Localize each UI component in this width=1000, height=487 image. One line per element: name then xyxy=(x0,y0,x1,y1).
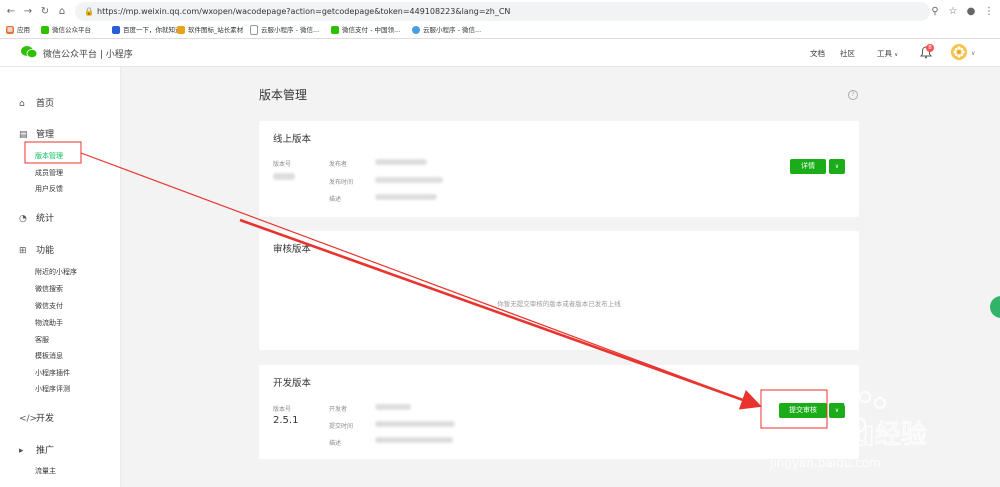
sidebar-item-version-manage[interactable]: 版本管理 xyxy=(35,151,63,161)
cloud-icon xyxy=(412,26,420,34)
wechat-pay-icon xyxy=(331,26,339,34)
url-text: https://mp.weixin.qq.com/wxopen/wacodepa… xyxy=(97,7,511,16)
help-icon[interactable]: ? xyxy=(848,90,858,100)
svg-text:经验: 经验 xyxy=(875,420,927,450)
page-title: 版本管理 xyxy=(259,88,308,102)
apps-grid-icon: ▦ xyxy=(6,26,14,34)
sidebar-item-logistics[interactable]: 物流助手 xyxy=(35,318,63,328)
blurred-desc xyxy=(375,437,453,443)
sidebar-section-promote[interactable]: ▸ 推广 xyxy=(19,443,54,456)
sidebar-item-feedback[interactable]: 用户反馈 xyxy=(35,184,63,194)
sidebar-item-evaluation[interactable]: 小程序评测 xyxy=(35,384,70,394)
detail-dropdown-button[interactable]: ∨ xyxy=(829,159,845,174)
menu-icon[interactable]: ⋮ xyxy=(982,5,996,18)
bookmark-item[interactable]: 云服小程序 - 微信... xyxy=(250,25,319,36)
desc-label: 描述 xyxy=(329,196,342,203)
star-icon[interactable]: ☆ xyxy=(946,5,960,18)
floating-widget[interactable] xyxy=(990,296,1000,318)
bookmark-item[interactable]: 云服小程序 - 微信... xyxy=(412,25,481,36)
publish-time-label: 发布时间 xyxy=(329,179,354,186)
blurred-publisher xyxy=(375,159,427,165)
blurred-version xyxy=(273,173,295,180)
sidebar-item-traffic[interactable]: 流量主 xyxy=(35,466,56,476)
bookmark-item[interactable]: 微信支付 - 中国领... xyxy=(331,25,400,36)
platform-title: 微信公众平台 | 小程序 xyxy=(43,50,133,60)
sidebar-section-features[interactable]: ⊞ 功能 xyxy=(19,243,54,256)
notification-badge: 8 xyxy=(926,44,934,52)
sidebar-section-dev[interactable]: </>开发 xyxy=(19,411,54,424)
dev-version-number: 2.5.1 xyxy=(273,415,299,426)
submit-time-label: 提交时间 xyxy=(329,423,354,430)
dev-version-title: 开发版本 xyxy=(273,378,312,389)
chevron-down-icon: ∨ xyxy=(834,163,840,170)
reload-icon[interactable]: ↻ xyxy=(38,5,52,18)
review-empty-text: 你暂无提交审核的版本或者版本已发布上线 xyxy=(497,300,621,308)
bookmark-item[interactable]: 微信公众平台 xyxy=(41,25,91,36)
sidebar-item-plugins[interactable]: 小程序插件 xyxy=(35,368,70,378)
bookmark-apps[interactable]: ▦ 应用 xyxy=(6,25,30,36)
forward-icon[interactable]: → xyxy=(21,5,35,18)
online-version-card: 线上版本 版本号 发布者 发布时间 描述 详情 ∨ xyxy=(259,121,859,217)
tools-menu[interactable]: 工具 ∨ xyxy=(877,48,898,59)
profile-icon[interactable]: ● xyxy=(964,5,978,18)
sidebar-item-search[interactable]: 微信搜索 xyxy=(35,284,63,294)
publisher-label: 发布者 xyxy=(329,161,348,168)
wechat-icon xyxy=(41,26,49,34)
docs-link[interactable]: 文档 xyxy=(810,48,825,59)
tools-label: 工具 xyxy=(877,49,892,58)
chevron-down-icon: ∨ xyxy=(894,52,899,58)
search-icon[interactable]: ⚲ xyxy=(928,5,942,18)
sidebar-section-manage[interactable]: ▤ 管理 xyxy=(19,127,54,140)
community-link[interactable]: 社区 xyxy=(840,48,855,59)
home-icon: ⌂ xyxy=(19,99,25,109)
desc-label: 描述 xyxy=(329,440,342,447)
home-nav-icon[interactable]: ⌂ xyxy=(55,5,69,18)
svg-text:Bai: Bai xyxy=(762,414,823,454)
online-version-title: 线上版本 xyxy=(273,134,312,145)
browser-toolbar: ← → ↻ ⌂ 🔒 https://mp.weixin.qq.com/wxope… xyxy=(0,0,1000,24)
grid-icon: ⊞ xyxy=(19,246,27,256)
detail-button[interactable]: 详情 xyxy=(790,159,826,174)
version-label: 版本号 xyxy=(273,161,292,168)
sidebar-item-template-msg[interactable]: 模板消息 xyxy=(35,351,63,361)
blurred-publish-time xyxy=(375,177,443,183)
site-icon xyxy=(177,26,185,34)
blurred-submit-time xyxy=(375,421,455,427)
developer-label: 开发者 xyxy=(329,406,348,413)
monitor-icon: ▤ xyxy=(19,130,28,140)
baidu-watermark: Bai du 经验 jingyan.baidu.com xyxy=(761,390,928,470)
wechat-logo-icon xyxy=(21,46,37,58)
sidebar-section-stats[interactable]: ◔ 统计 xyxy=(19,211,54,224)
watermark-url: jingyan.baidu.com xyxy=(769,456,881,470)
page-icon xyxy=(250,25,258,35)
back-icon[interactable]: ← xyxy=(4,5,18,18)
lock-icon: 🔒 xyxy=(84,7,94,16)
avatar[interactable] xyxy=(951,44,967,60)
pie-chart-icon: ◔ xyxy=(19,214,27,224)
bookmark-item[interactable]: 百度一下，你就知道 xyxy=(112,25,182,36)
review-version-title: 审核版本 xyxy=(273,244,312,255)
code-icon: </> xyxy=(19,414,38,424)
sidebar-item-members[interactable]: 成员管理 xyxy=(35,168,63,178)
blurred-developer xyxy=(375,404,411,410)
chevron-down-icon[interactable]: ∨ xyxy=(971,50,975,57)
sidebar-item-nearby[interactable]: 附近的小程序 xyxy=(35,267,77,277)
sidebar-section-home[interactable]: ⌂ 首页 xyxy=(19,96,54,109)
address-bar[interactable]: 🔒 https://mp.weixin.qq.com/wxopen/wacode… xyxy=(75,2,930,21)
sidebar-item-customer-service[interactable]: 客服 xyxy=(35,335,49,345)
sidebar: ⌂ 首页 ▤ 管理 版本管理 成员管理 用户反馈 ◔ 统计 ⊞ 功能 附近的小程序 微信… xyxy=(0,67,121,487)
svg-text:du: du xyxy=(826,414,875,454)
review-version-card: 审核版本 你暂无提交审核的版本或者版本已发布上线 xyxy=(259,231,859,350)
sidebar-item-pay[interactable]: 微信支付 xyxy=(35,301,63,311)
mp-header: 微信公众平台 | 小程序 文档 社区 工具 ∨ 8 ∨ xyxy=(0,39,1000,67)
megaphone-icon: ▸ xyxy=(19,446,24,456)
blurred-desc xyxy=(375,194,437,200)
paw-icon xyxy=(112,26,120,34)
bookmarks-bar: ▦ 应用 微信公众平台 百度一下，你就知道 软件图标_站长素材 云服小程序 - 微… xyxy=(0,23,1000,39)
version-label: 版本号 xyxy=(273,406,292,413)
bookmark-item[interactable]: 软件图标_站长素材 xyxy=(177,25,243,36)
